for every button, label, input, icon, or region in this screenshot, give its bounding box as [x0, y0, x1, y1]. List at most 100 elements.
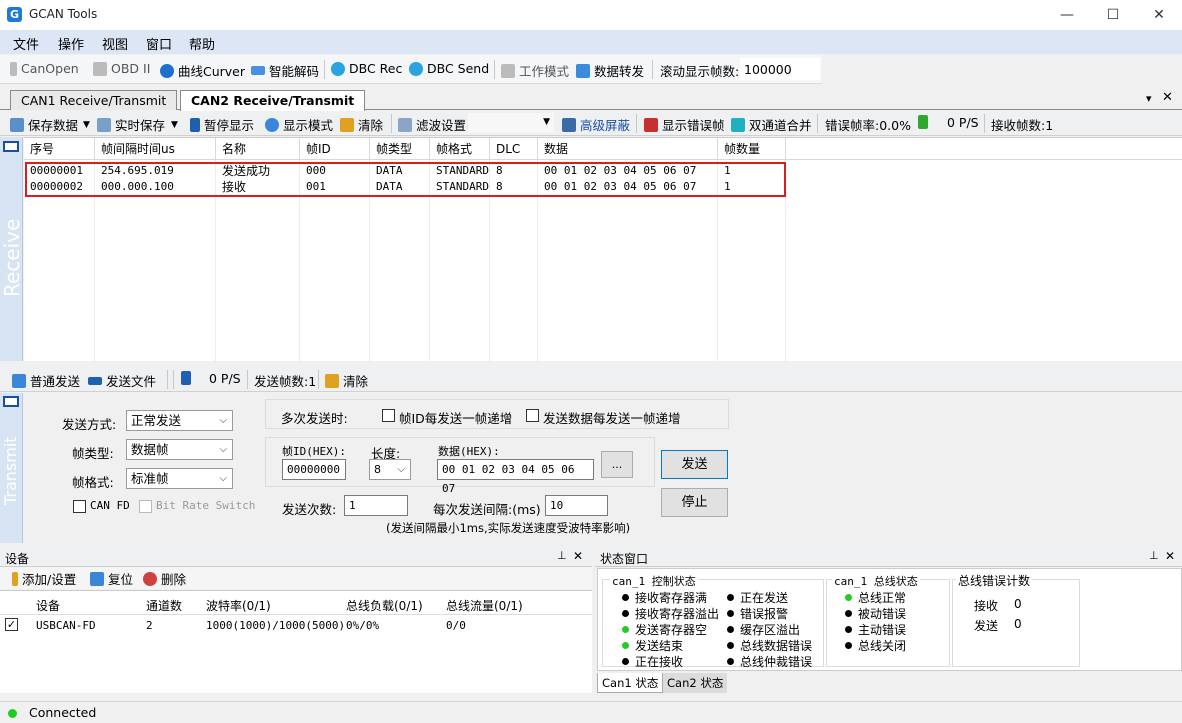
- data-hex-input[interactable]: 00 01 02 03 04 05 06 07: [437, 459, 594, 495]
- frame-format-select[interactable]: 标准帧 ⌵: [126, 468, 233, 489]
- device-col-header: 设备: [36, 599, 61, 613]
- menu-view[interactable]: 视图: [102, 34, 128, 53]
- transmit-side-panel: Transmit: [0, 393, 23, 543]
- menu-window[interactable]: 窗口: [146, 34, 172, 53]
- send-times-input[interactable]: 1: [344, 495, 408, 516]
- device-row-checkbox[interactable]: ✓: [5, 618, 18, 631]
- dbc-rec-button[interactable]: DBC Rec: [331, 61, 402, 76]
- col-header-dlc[interactable]: DLC: [490, 138, 538, 160]
- smart-decode-button[interactable]: 智能解码: [251, 61, 319, 80]
- filter-dropdown[interactable]: ▼: [468, 113, 554, 133]
- canopen-button[interactable]: CanOpen: [10, 61, 79, 76]
- col-header-count[interactable]: 帧数量: [718, 138, 786, 160]
- tab-can1-status[interactable]: Can1 状态: [597, 673, 664, 693]
- close-button[interactable]: ✕: [1136, 0, 1182, 30]
- list-icon: [251, 66, 265, 75]
- clear-send-button[interactable]: 清除: [325, 371, 368, 390]
- minimize-button[interactable]: —: [1044, 0, 1090, 30]
- delete-device-button[interactable]: 删除: [143, 569, 186, 588]
- frame-type-label: 帧类型:: [72, 446, 114, 461]
- realtime-save-button[interactable]: 实时保存 ▼: [97, 115, 178, 134]
- id-increment-checkbox[interactable]: [382, 409, 395, 422]
- panel-toggle-icon[interactable]: [3, 141, 19, 152]
- tab-can2[interactable]: CAN2 Receive/Transmit: [180, 90, 366, 111]
- merge-channels-button[interactable]: 双通道合并: [731, 115, 812, 134]
- menu-operate[interactable]: 操作: [58, 34, 84, 53]
- status-dot-icon: [727, 594, 734, 601]
- maximize-button[interactable]: ☐: [1090, 0, 1136, 30]
- send-mode-select[interactable]: 正常发送 ⌵: [126, 410, 233, 431]
- show-error-frame-button[interactable]: 显示错误帧: [644, 115, 725, 134]
- status-item: 总线数据错误: [727, 637, 812, 654]
- brs-checkbox[interactable]: [139, 500, 152, 513]
- length-select[interactable]: 8 ⌵: [369, 459, 411, 480]
- stop-button[interactable]: 停止: [661, 488, 728, 517]
- data-increment-checkbox[interactable]: [526, 409, 539, 422]
- close-icon[interactable]: ✕: [1165, 549, 1175, 563]
- window-title: GCAN Tools: [29, 7, 98, 21]
- tab-can1[interactable]: CAN1 Receive/Transmit: [10, 90, 178, 110]
- mask-icon: [562, 117, 576, 132]
- save-data-button[interactable]: 保存数据 ▼: [10, 115, 90, 134]
- transmit-toolbar: 普通发送 发送文件 0 P/S 发送帧数:1 清除: [0, 367, 1182, 392]
- status-panel-title: 状态窗口: [600, 552, 649, 566]
- interval-input[interactable]: 10: [545, 495, 608, 516]
- obd-button[interactable]: OBD II: [93, 61, 150, 76]
- col-header-format[interactable]: 帧格式: [430, 138, 490, 160]
- status-panel-header: 状态窗口 ⊥ ✕: [595, 548, 1182, 567]
- menu-bar: 文件 操作 视图 窗口 帮助: [0, 30, 1182, 54]
- chevron-down-icon: ⌵: [219, 473, 227, 484]
- curve-button[interactable]: 曲线Curver: [160, 61, 245, 80]
- status-item: 错误报警: [727, 605, 788, 622]
- data-forward-button[interactable]: 数据转发: [576, 61, 644, 80]
- frame-type-select[interactable]: 数据帧 ⌵: [126, 439, 233, 460]
- forward-icon: [576, 63, 590, 78]
- tab-menu-icon[interactable]: ▾: [1146, 92, 1152, 105]
- status-item: 接收寄存器满: [622, 589, 707, 606]
- device-baud: 1000(1000)/1000(5000): [206, 619, 346, 632]
- wave-icon: [160, 63, 174, 78]
- col-header-name[interactable]: 名称: [216, 138, 300, 160]
- canfd-label: CAN FD: [90, 499, 130, 512]
- panel-toggle-icon[interactable]: [3, 396, 19, 407]
- toolbar-separator: [167, 370, 168, 389]
- pause-display-button[interactable]: 暂停显示: [190, 115, 254, 134]
- reset-device-button[interactable]: 复位: [90, 569, 133, 588]
- data-editor-button[interactable]: ...: [601, 451, 633, 478]
- close-icon[interactable]: ✕: [573, 549, 583, 563]
- send-file-button[interactable]: 发送文件: [88, 371, 156, 390]
- tab-can2-status[interactable]: Can2 状态: [663, 673, 728, 693]
- tab-close-icon[interactable]: ✕: [1162, 90, 1173, 105]
- pin-icon[interactable]: ⊥: [557, 549, 567, 562]
- baud-col-header: 波特率(0/1): [206, 599, 271, 613]
- normal-send-button[interactable]: 普通发送: [12, 371, 80, 390]
- header-divider: [0, 614, 592, 615]
- canfd-checkbox[interactable]: [73, 500, 86, 513]
- dbc-send-button[interactable]: DBC Send: [409, 61, 489, 76]
- clear-recv-button[interactable]: 清除: [340, 115, 383, 134]
- display-mode-button[interactable]: 显示模式: [265, 115, 333, 134]
- col-header-data[interactable]: 数据: [538, 138, 718, 160]
- frame-id-input[interactable]: 00000000: [282, 459, 346, 480]
- add-device-button[interactable]: 添加/设置: [12, 569, 76, 588]
- toolbar-separator: [984, 114, 985, 133]
- col-header-seq[interactable]: 序号: [24, 138, 95, 160]
- work-mode-button[interactable]: 工作模式: [501, 61, 569, 80]
- scroll-frames-input[interactable]: 100000: [740, 58, 820, 80]
- toolbar-separator: [391, 114, 392, 133]
- menu-help[interactable]: 帮助: [189, 34, 215, 53]
- disk-icon: [97, 117, 111, 132]
- menu-file[interactable]: 文件: [13, 34, 39, 53]
- toolbar-separator: [324, 60, 325, 79]
- pin-icon[interactable]: ⊥: [1149, 549, 1159, 562]
- col-header-id[interactable]: 帧ID: [300, 138, 370, 160]
- advanced-mask-button[interactable]: 高级屏蔽: [562, 115, 630, 134]
- send-button[interactable]: 发送: [661, 450, 728, 479]
- status-dot-icon: [727, 626, 734, 633]
- col-header-interval[interactable]: 帧间隔时间us: [95, 138, 216, 160]
- status-item: 主动错误: [845, 621, 906, 638]
- monitor-icon: [501, 63, 515, 78]
- filter-settings-button[interactable]: 滤波设置: [398, 115, 466, 134]
- status-dot-icon: [622, 642, 629, 649]
- col-header-type[interactable]: 帧类型: [370, 138, 430, 160]
